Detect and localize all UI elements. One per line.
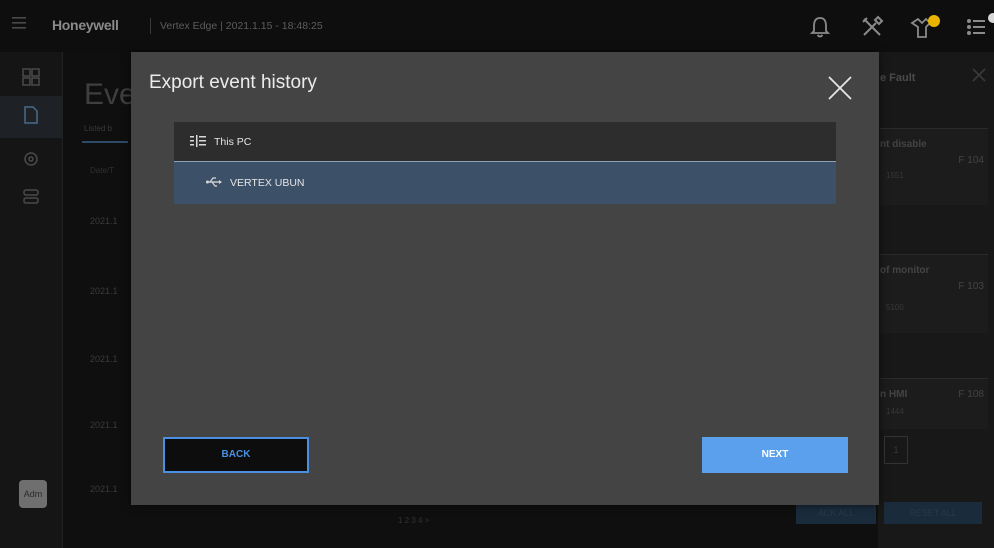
fault-page-number[interactable]: 1 xyxy=(884,436,908,464)
system-subtitle: Vertex Edge | 2021.1.15 - 18:48:25 xyxy=(160,20,323,32)
fault-card-sub: 1551 xyxy=(886,171,904,180)
fault-card-code: F 104 xyxy=(958,155,984,166)
event-list-icon[interactable] xyxy=(962,13,994,41)
back-button[interactable]: BACK xyxy=(163,437,309,473)
fault-card-sub: 1444 xyxy=(886,407,904,416)
fault-card-title: nt disable xyxy=(880,139,927,150)
menu-icon[interactable] xyxy=(12,17,26,29)
avatar[interactable]: Adm xyxy=(19,480,47,508)
trouble-icon[interactable] xyxy=(908,13,942,41)
destination-item-usb[interactable]: VERTEX UBUN xyxy=(174,162,836,204)
destination-label: VERTEX UBUN xyxy=(230,177,305,189)
settings-icon[interactable] xyxy=(20,148,42,170)
close-icon[interactable] xyxy=(970,66,988,84)
ack-all-button[interactable]: ACK ALL xyxy=(796,502,876,524)
brand-logo: Honeywell xyxy=(52,17,119,33)
destination-label: This PC xyxy=(214,136,252,148)
fault-card-title: n HMI xyxy=(880,389,908,400)
table-row: 2021.1 xyxy=(90,484,118,494)
destination-item-this-pc[interactable]: This PC xyxy=(174,122,836,162)
bell-icon[interactable] xyxy=(806,13,834,41)
dashboard-icon[interactable] xyxy=(20,66,42,88)
reset-all-button[interactable]: RESET ALL xyxy=(884,502,982,524)
document-icon[interactable] xyxy=(20,104,42,126)
column-header-date: Date/T xyxy=(90,166,115,175)
brand-divider xyxy=(150,18,151,34)
table-row: 2021.1 xyxy=(90,420,118,430)
fault-card-title: of monitor xyxy=(880,265,930,276)
fault-card-sub: 5100 xyxy=(886,303,904,312)
tab-underline xyxy=(82,141,128,143)
tools-icon[interactable] xyxy=(858,13,886,41)
devices-icon[interactable] xyxy=(20,186,42,208)
listed-by-tab[interactable]: Listed b xyxy=(84,124,112,133)
fault-card-code: F 108 xyxy=(958,389,984,400)
dialog-title: Export event history xyxy=(149,72,317,93)
usb-icon xyxy=(206,177,222,187)
next-button[interactable]: NEXT xyxy=(702,437,848,473)
table-row: 2021.1 xyxy=(90,354,118,364)
table-row: 2021.1 xyxy=(90,286,118,296)
table-row: 2021.1 xyxy=(90,216,118,226)
fault-card[interactable]: of monitor F 103 5100 xyxy=(880,254,988,333)
fault-card[interactable]: n HMI F 108 1444 xyxy=(880,378,988,429)
fault-panel-title: e Fault xyxy=(880,72,916,84)
pagination[interactable]: 1 2 3 4 > xyxy=(398,516,429,525)
fault-card[interactable]: nt disable F 104 1551 xyxy=(880,128,988,205)
fault-card-code: F 103 xyxy=(958,281,984,292)
page-title: Eve xyxy=(84,78,136,111)
computer-icon xyxy=(190,135,206,147)
close-icon[interactable] xyxy=(826,74,854,102)
